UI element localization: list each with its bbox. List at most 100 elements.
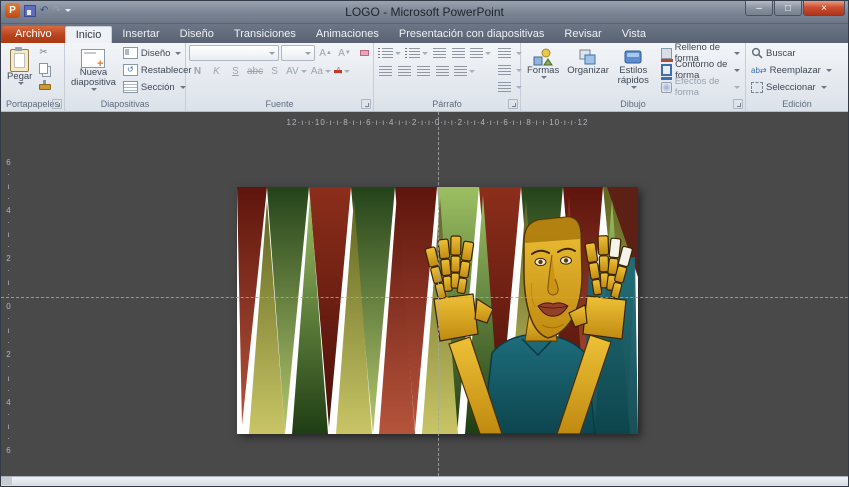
shrink-font-button[interactable]: A▼ [336, 45, 353, 61]
font-color-button[interactable]: A [334, 63, 351, 79]
paragraph-group-label: Párrafo [374, 98, 520, 111]
increase-indent-button[interactable] [450, 45, 467, 61]
find-button[interactable]: Buscar [749, 45, 834, 61]
dropdown-caret-icon [826, 69, 832, 72]
ribbon-tab-row: Archivo Inicio Insertar Diseño Transicio… [1, 24, 848, 43]
cut-button[interactable]: ✂ [37, 45, 53, 61]
drawing-dialog-launcher[interactable] [733, 99, 743, 109]
underline-label: S [232, 66, 239, 77]
shape-effects-icon [661, 82, 672, 93]
redo-icon[interactable]: ↷ [52, 4, 60, 18]
italic-button[interactable]: K [208, 63, 225, 79]
replace-icon: ab⇄ [751, 66, 767, 75]
shrink-font-label: A [338, 48, 345, 59]
font-name-combobox[interactable] [189, 45, 279, 61]
text-direction-button[interactable] [496, 45, 524, 61]
dropdown-caret-icon [301, 70, 307, 73]
font-size-combobox[interactable] [281, 45, 315, 61]
text-shadow-button[interactable]: S [266, 63, 283, 79]
tab-archivo[interactable]: Archivo [2, 26, 65, 43]
clipboard-icon [10, 49, 29, 72]
clipboard-dialog-launcher[interactable] [52, 99, 62, 109]
group-drawing: Formas Organizar Estilos rápidos [521, 43, 746, 111]
dropdown-caret-icon [344, 70, 350, 73]
align-left-icon [379, 66, 392, 76]
vertical-guide[interactable] [438, 112, 439, 476]
font-dialog-launcher[interactable] [361, 99, 371, 109]
arrange-button[interactable]: Organizar [564, 45, 612, 98]
copy-icon [39, 63, 48, 74]
section-button[interactable]: Sección [121, 79, 194, 95]
spacing-label: AV [286, 66, 299, 77]
decrease-indent-button[interactable] [431, 45, 448, 61]
quick-access-toolbar: P ↶ ↷ [5, 3, 71, 18]
line-spacing-button[interactable] [469, 45, 492, 61]
replace-button[interactable]: ab⇄ Reemplazar [749, 62, 834, 78]
vertical-ruler[interactable]: 6·ı·4·ı·2·ı·0·ı·2·ı·4·ı·6 [1, 158, 13, 458]
shape-fill-icon [661, 48, 672, 59]
layout-button[interactable]: Diseño [121, 45, 194, 61]
undo-icon[interactable]: ↶ [40, 4, 48, 18]
numbering-button[interactable] [404, 45, 429, 61]
status-bar [1, 476, 848, 486]
shape-effects-button[interactable]: Efectos de forma [659, 79, 742, 95]
shapes-button[interactable]: Formas [524, 45, 562, 98]
new-slide-button[interactable]: Nueva diapositiva [68, 45, 119, 98]
justify-icon [436, 66, 449, 76]
change-case-button[interactable]: Aa [310, 63, 332, 79]
qat-dropdown-icon[interactable] [65, 9, 71, 12]
paragraph-dialog-launcher[interactable] [508, 99, 518, 109]
tab-animaciones[interactable]: Animaciones [306, 26, 389, 43]
dropdown-caret-icon [395, 52, 401, 55]
title-bar[interactable]: P ↶ ↷ LOGO - Microsoft PowerPoint – □ × [1, 1, 848, 24]
statusbar-nub [1, 477, 12, 485]
window-controls: – □ × [744, 1, 845, 16]
numbering-icon [405, 48, 420, 58]
dropdown-caret-icon [734, 69, 740, 72]
shapes-icon [533, 48, 553, 66]
dropdown-caret-icon [422, 52, 428, 55]
tab-diseno[interactable]: Diseño [170, 26, 224, 43]
bullets-button[interactable] [377, 45, 402, 61]
tab-vista[interactable]: Vista [612, 26, 656, 43]
select-label: Seleccionar [766, 82, 816, 93]
quick-styles-button[interactable]: Estilos rápidos [614, 45, 653, 98]
justify-button[interactable] [434, 63, 451, 79]
tab-presentacion[interactable]: Presentación con diapositivas [389, 26, 555, 43]
strikethrough-button[interactable]: abc [246, 63, 264, 79]
maximize-button[interactable]: □ [774, 1, 802, 16]
character-spacing-button[interactable]: AV [285, 63, 308, 79]
align-left-button[interactable] [377, 63, 394, 79]
align-text-button[interactable] [496, 62, 524, 78]
convert-smartart-button[interactable] [496, 79, 524, 95]
case-label: Aa [311, 66, 323, 77]
copy-button[interactable] [37, 62, 53, 78]
decrease-indent-icon [433, 48, 446, 58]
tab-revisar[interactable]: Revisar [554, 26, 611, 43]
grow-font-button[interactable]: A▲ [317, 45, 334, 61]
tab-transiciones[interactable]: Transiciones [224, 26, 306, 43]
columns-button[interactable] [453, 63, 476, 79]
minimize-button[interactable]: – [745, 1, 773, 16]
clear-formatting-button[interactable] [355, 45, 372, 61]
shape-effects-label: Efectos de forma [675, 76, 729, 98]
paste-button[interactable]: Pegar [4, 45, 35, 98]
format-painter-button[interactable] [37, 79, 53, 95]
align-right-button[interactable] [415, 63, 432, 79]
select-button[interactable]: Seleccionar [749, 79, 834, 95]
bold-button[interactable]: N [189, 63, 206, 79]
align-center-button[interactable] [396, 63, 413, 79]
reset-button[interactable]: ↺ Restablecer [121, 62, 194, 78]
slide-workspace: 12·ı·ı·10·ı·ı·8·ı·ı·6·ı·ı·4·ı·ı·2·ı·ı·0·… [1, 112, 848, 476]
arrange-icon [578, 48, 598, 66]
dropdown-caret-icon [734, 52, 740, 55]
close-button[interactable]: × [803, 1, 845, 16]
group-editing: Buscar ab⇄ Reemplazar Seleccionar Edició… [746, 43, 848, 111]
underline-button[interactable]: S [227, 63, 244, 79]
powerpoint-app-icon[interactable]: P [5, 3, 20, 18]
tab-insertar[interactable]: Insertar [112, 26, 169, 43]
new-slide-icon [81, 49, 105, 68]
save-icon[interactable] [24, 5, 36, 17]
tab-inicio[interactable]: Inicio [65, 26, 113, 43]
horizontal-guide[interactable] [1, 297, 848, 298]
